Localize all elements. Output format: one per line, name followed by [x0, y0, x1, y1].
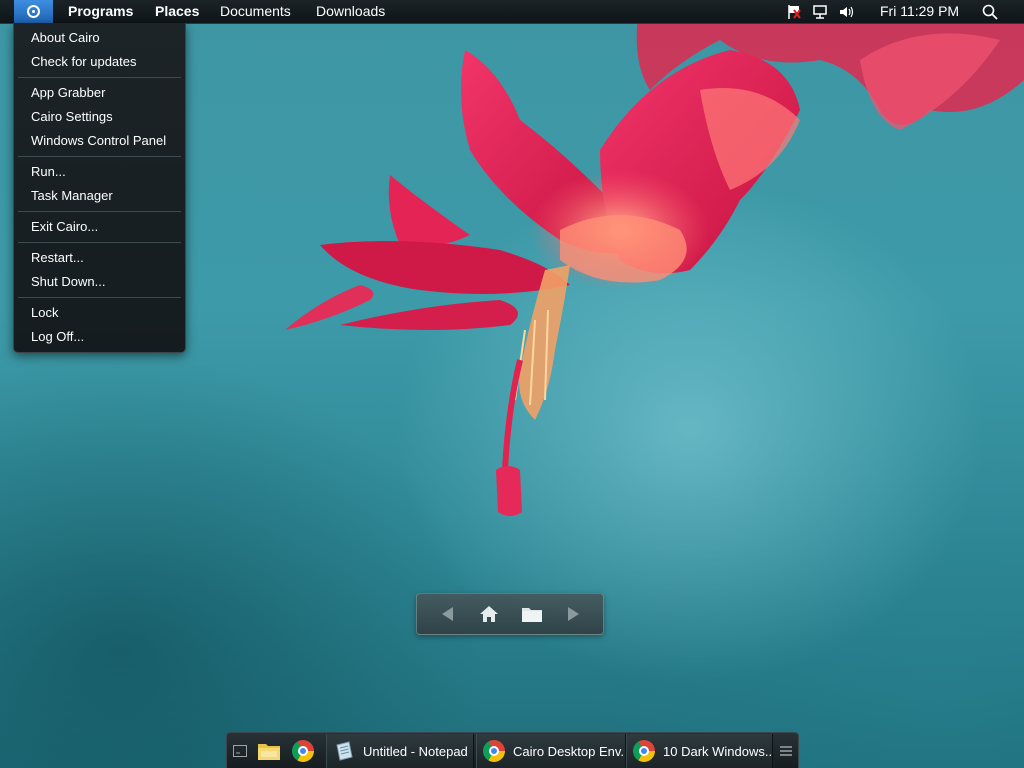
places-menu[interactable]: Places [155, 3, 199, 19]
menu-separator [18, 211, 181, 212]
volume-icon[interactable] [838, 3, 854, 20]
task-10-dark-windows[interactable]: 10 Dark Windows... [626, 734, 773, 768]
taskbar: Untitled - Notepad Cairo Desktop Env... … [226, 732, 799, 768]
menu-item-log-off[interactable]: Log Off... [31, 329, 84, 344]
downloads-menu[interactable]: Downloads [316, 3, 385, 19]
menu-item-lock[interactable]: Lock [31, 305, 58, 320]
chrome-icon[interactable] [289, 733, 317, 768]
menu-item-shut-down[interactable]: Shut Down... [31, 274, 105, 289]
menu-item-check-for-updates[interactable]: Check for updates [31, 54, 137, 69]
documents-menu[interactable]: Documents [220, 3, 291, 19]
task-label: 10 Dark Windows... [663, 743, 773, 759]
menu-item-cairo-settings[interactable]: Cairo Settings [31, 109, 113, 124]
desktop-navigation-widget [416, 593, 604, 635]
back-arrow-icon[interactable] [437, 603, 459, 625]
menu-item-app-grabber[interactable]: App Grabber [31, 85, 105, 100]
chrome-icon [633, 740, 655, 762]
menu-item-about-cairo[interactable]: About Cairo [31, 30, 100, 45]
cairo-dropdown-menu: About Cairo Check for updates App Grabbe… [13, 23, 186, 353]
task-label: Untitled - Notepad [363, 743, 468, 759]
search-icon[interactable] [982, 3, 998, 20]
menu-item-exit-cairo[interactable]: Exit Cairo... [31, 219, 98, 234]
menu-item-windows-control-panel[interactable]: Windows Control Panel [31, 133, 166, 148]
menu-separator [18, 242, 181, 243]
task-notepad[interactable]: Untitled - Notepad [326, 734, 474, 768]
task-label: Cairo Desktop Env... [513, 743, 626, 759]
folder-icon[interactable] [521, 603, 543, 625]
chrome-icon [483, 740, 505, 762]
forward-arrow-icon[interactable] [562, 603, 584, 625]
file-explorer-icon[interactable] [255, 733, 283, 768]
cairo-logo-icon [27, 5, 40, 18]
programs-menu[interactable]: Programs [68, 3, 133, 19]
clock[interactable]: Fri 11:29 PM [880, 3, 959, 19]
menu-item-run[interactable]: Run... [31, 164, 66, 179]
menu-separator [18, 77, 181, 78]
top-menu-bar: Programs Places Documents Downloads Fri … [0, 0, 1024, 24]
cairo-menu-button[interactable] [14, 0, 53, 23]
network-icon[interactable] [812, 3, 828, 20]
menu-item-restart[interactable]: Restart... [31, 250, 84, 265]
home-icon[interactable] [478, 603, 500, 625]
menu-separator [18, 156, 181, 157]
notepad-icon [336, 741, 353, 761]
action-center-flag-icon[interactable] [786, 3, 802, 20]
menu-item-task-manager[interactable]: Task Manager [31, 188, 113, 203]
task-cairo-desktop-env[interactable]: Cairo Desktop Env... [476, 734, 626, 768]
menu-separator [18, 297, 181, 298]
hamburger-menu-icon[interactable] [776, 733, 796, 768]
show-desktop-icon[interactable] [231, 733, 249, 768]
